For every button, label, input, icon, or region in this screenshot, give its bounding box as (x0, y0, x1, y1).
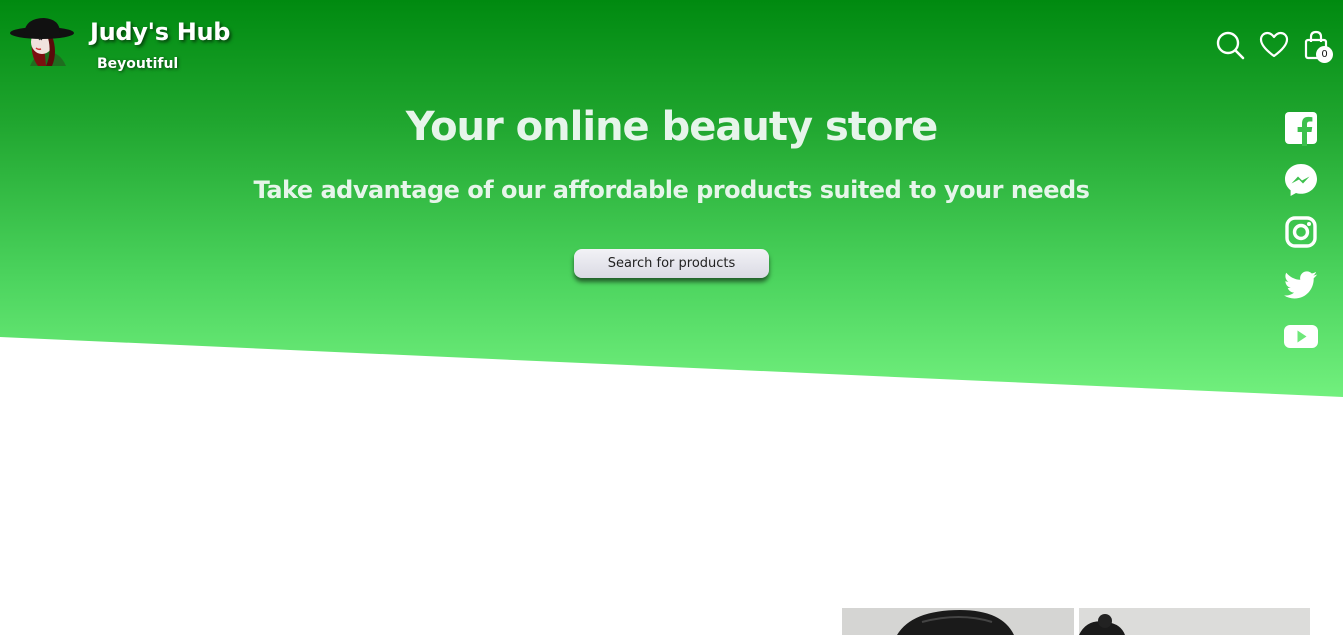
product-image[interactable] (842, 608, 1074, 635)
product-image[interactable] (1079, 608, 1310, 635)
heart-icon[interactable] (1259, 30, 1289, 60)
messenger-icon[interactable] (1283, 162, 1319, 198)
logo-woman-hat-icon (10, 18, 74, 66)
youtube-icon[interactable] (1283, 318, 1319, 354)
twitter-icon[interactable] (1283, 266, 1319, 302)
instagram-icon[interactable] (1283, 214, 1319, 250)
search-icon[interactable] (1215, 30, 1245, 60)
search-products-button[interactable]: Search for products (574, 249, 769, 278)
brand-title[interactable]: Judy's Hub (90, 18, 230, 46)
cart-count-badge: 0 (1316, 46, 1333, 63)
logo[interactable] (8, 16, 76, 74)
facebook-icon[interactable] (1283, 110, 1319, 146)
hero-headline: Your online beauty store (405, 104, 938, 150)
brand-tagline: Beyoutiful (97, 56, 179, 72)
hero-subheadline: Take advantage of our affordable product… (253, 176, 1090, 204)
